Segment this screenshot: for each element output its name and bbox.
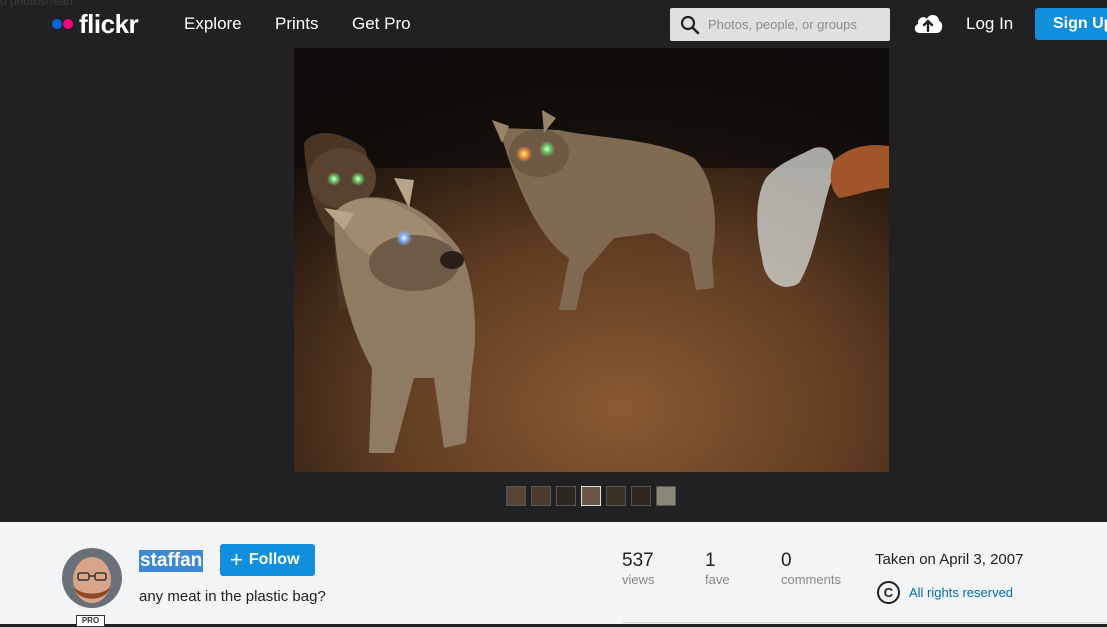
login-link[interactable]: Log In [966,14,1013,34]
license-link[interactable]: All rights reserved [909,585,1013,600]
flickr-logo[interactable]: flickr [52,9,139,39]
photo-title: any meat in the plastic bag? [139,588,326,605]
owner-avatar[interactable] [62,548,122,608]
filmstrip-thumbnail[interactable] [656,486,676,506]
hyena-photo-icon [294,48,889,472]
owner-name-link[interactable]: staffan [139,550,204,572]
photo-info-panel: PRO staffan + Follow any meat in the pla… [0,522,1107,627]
search-box[interactable] [670,8,890,41]
person-avatar-icon [62,548,122,608]
logo-blue-dot-icon [52,19,62,29]
nav-explore[interactable]: Explore [184,14,242,34]
date-taken[interactable]: Taken on April 3, 2007 [875,551,1023,568]
upload-icon[interactable] [912,11,944,40]
filmstrip-thumbnail-active[interactable] [581,486,601,506]
nav-get-pro[interactable]: Get Pro [352,14,411,34]
license-info[interactable]: C All rights reserved [877,581,1013,604]
nav-prints[interactable]: Prints [275,14,318,34]
filmstrip-thumbnail[interactable] [556,486,576,506]
plus-icon: + [230,547,243,572]
signup-button[interactable]: Sign Up [1035,8,1107,40]
search-icon [680,15,700,34]
divider [622,622,1107,623]
views-stat: 537 views [622,550,655,588]
faves-stat[interactable]: 1 fave [705,550,730,588]
filmstrip-thumbnail[interactable] [606,486,626,506]
views-count: 537 [622,550,654,571]
main-photo[interactable] [294,48,889,472]
photo-filmstrip [506,486,676,506]
faves-count: 1 [705,550,716,571]
comments-stat[interactable]: 0 comments [781,550,841,588]
logo-text: flickr [79,9,139,39]
comments-label: comments [781,572,841,587]
copyright-icon: C [877,581,900,604]
pro-badge: PRO [76,615,105,627]
filmstrip-thumbnail[interactable] [531,486,551,506]
comments-count: 0 [781,550,792,571]
top-navigation-bar: o photos/fean flickr Explore Prints Get … [0,0,1107,48]
filmstrip-thumbnail[interactable] [631,486,651,506]
views-label: views [622,572,655,587]
search-input[interactable] [708,17,883,32]
follow-label: Follow [248,551,300,568]
faves-label: fave [705,572,730,587]
filmstrip-thumbnail[interactable] [506,486,526,506]
logo-pink-dot-icon [63,19,73,29]
follow-button[interactable]: + Follow [220,544,315,576]
faint-background-text: o photos/fean [0,0,73,8]
